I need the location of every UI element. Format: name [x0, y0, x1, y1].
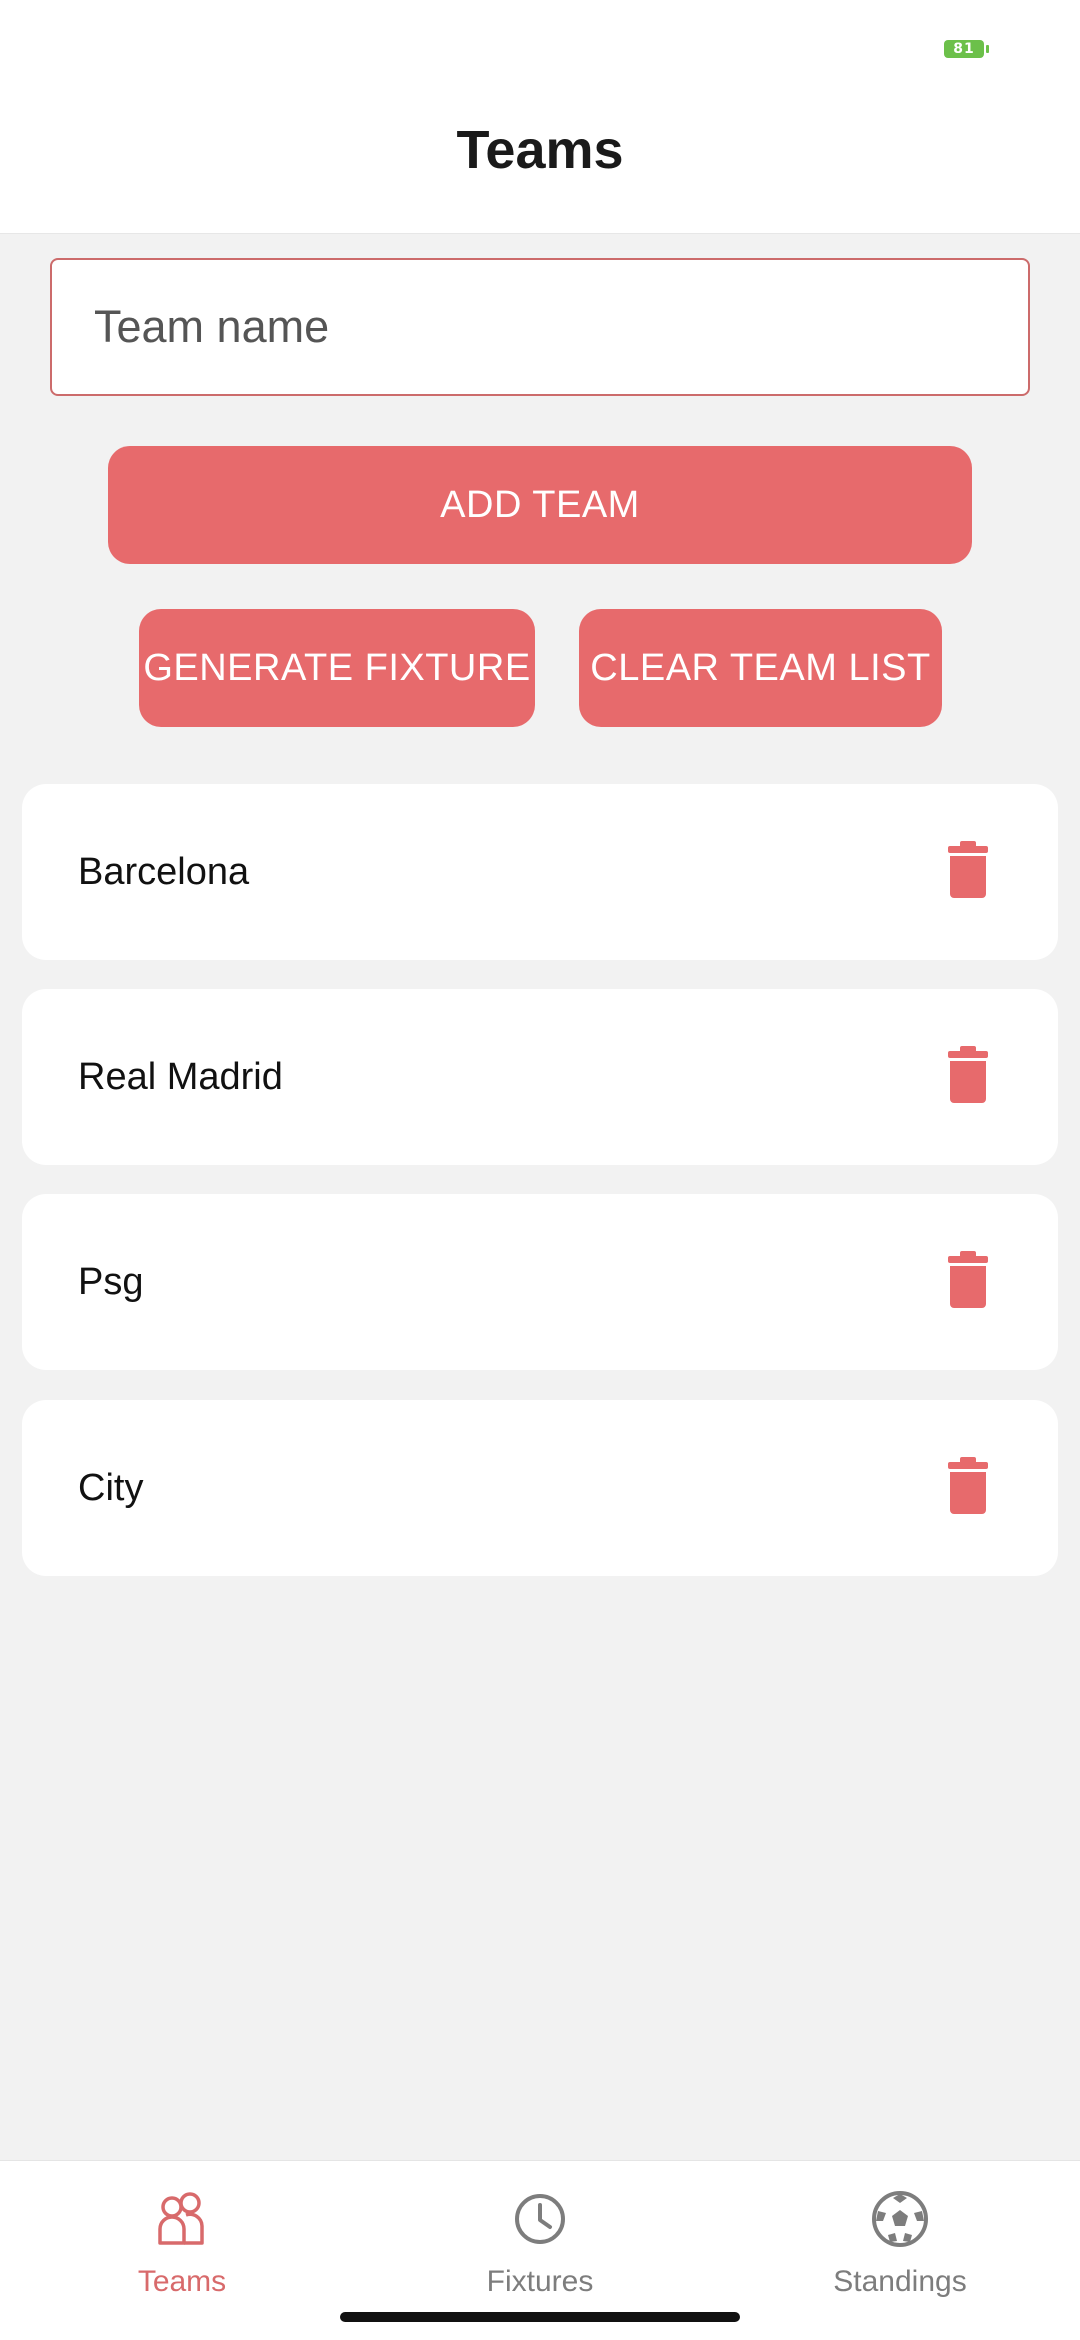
trash-icon[interactable] — [948, 841, 988, 898]
tab-standings-label: Standings — [833, 2265, 967, 2298]
team-list-item: Barcelona — [22, 784, 1058, 960]
tab-teams[interactable]: Teams — [62, 2181, 302, 2321]
people-icon — [158, 2192, 204, 2245]
tab-teams-label: Teams — [137, 2265, 227, 2298]
battery-indicator: 81 — [944, 40, 989, 58]
page-title: Teams — [456, 120, 624, 180]
app-header: 81 Teams — [0, 0, 1080, 234]
add-team-button[interactable]: ADD TEAM — [108, 446, 972, 564]
team-name: Real Madrid — [78, 1055, 283, 1098]
trash-icon[interactable] — [948, 1457, 988, 1514]
battery-level: 81 — [953, 41, 975, 57]
trash-icon[interactable] — [948, 1046, 988, 1103]
tab-standings[interactable]: Standings — [780, 2181, 1020, 2321]
team-list-item: Real Madrid — [22, 989, 1058, 1165]
team-name: City — [78, 1466, 144, 1509]
team-name: Psg — [78, 1260, 144, 1303]
clock-icon — [515, 2194, 565, 2244]
team-name-field-container — [50, 258, 1030, 396]
generate-fixture-button[interactable]: GENERATE FIXTURE — [139, 609, 535, 727]
team-list-item: Psg — [22, 1194, 1058, 1370]
soccer-ball-icon — [872, 2191, 928, 2247]
team-name-input[interactable] — [52, 260, 1028, 394]
trash-icon[interactable] — [948, 1251, 988, 1308]
team-name: Barcelona — [78, 850, 250, 893]
home-indicator[interactable] — [340, 2312, 740, 2322]
clear-team-list-button[interactable]: CLEAR TEAM LIST — [579, 609, 942, 727]
tab-fixtures[interactable]: Fixtures — [420, 2181, 660, 2321]
tab-fixtures-label: Fixtures — [486, 2265, 594, 2298]
team-list-item: City — [22, 1400, 1058, 1576]
